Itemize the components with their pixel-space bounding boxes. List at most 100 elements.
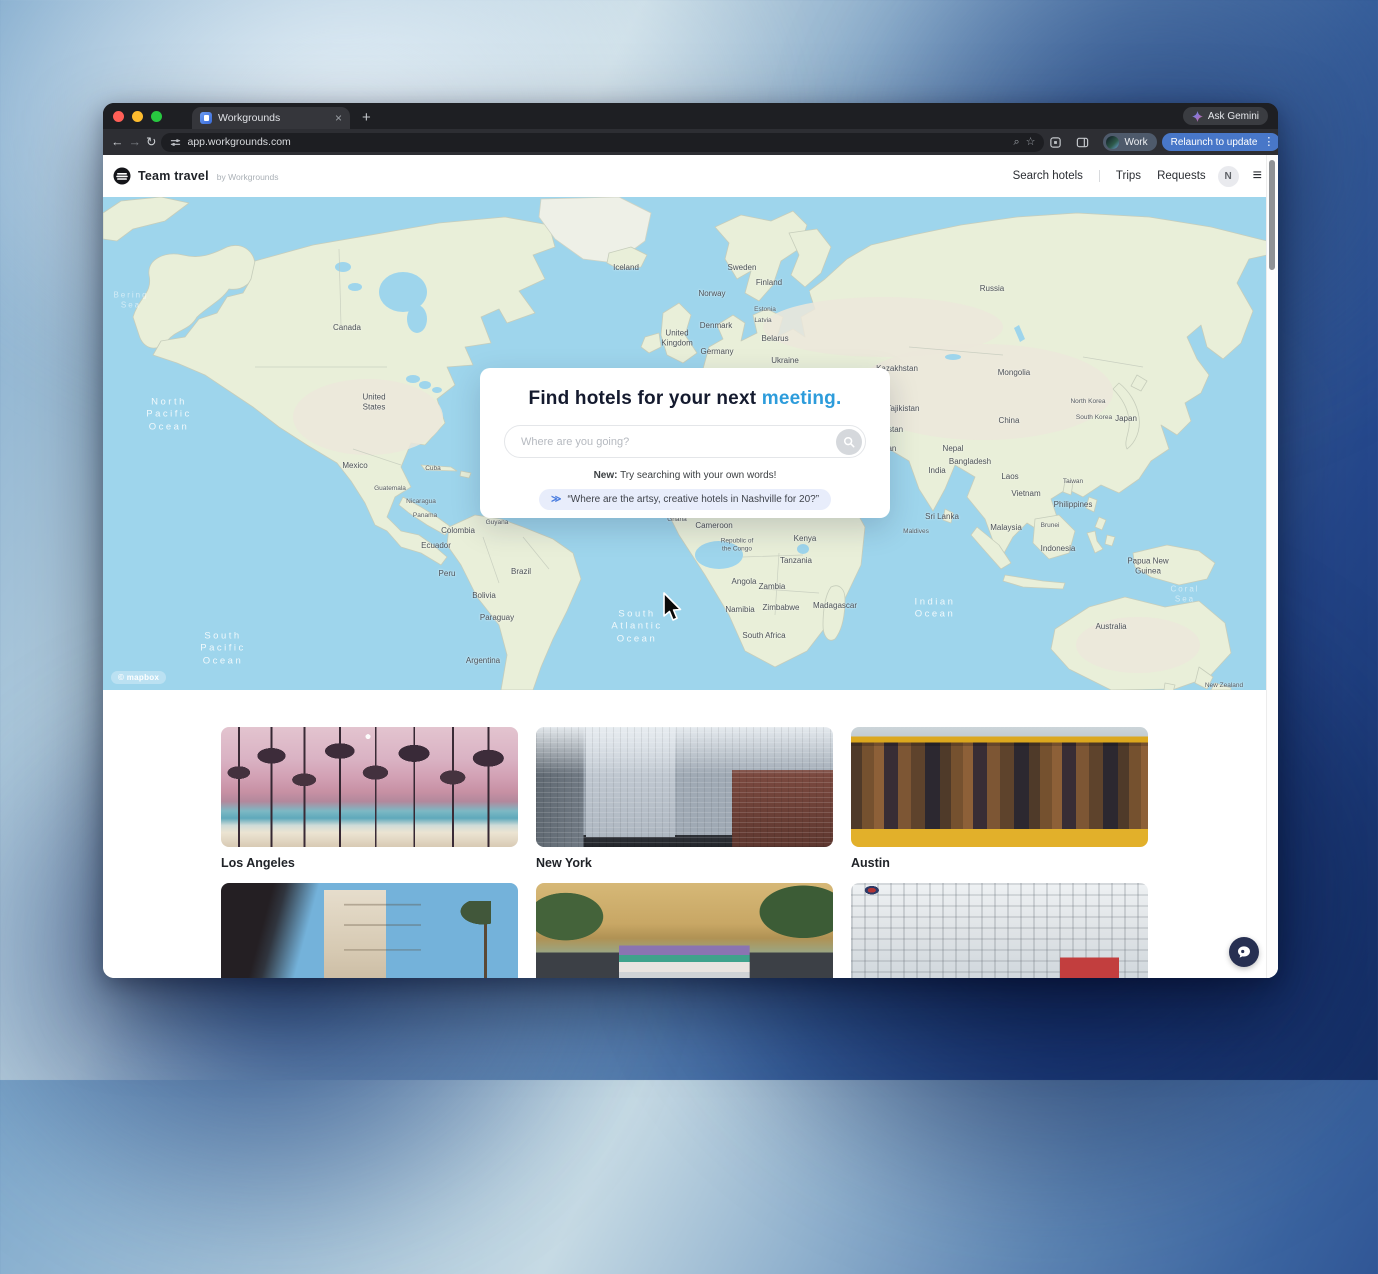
map-label: Brunei — [1041, 522, 1060, 530]
hint-text: Try searching with your own words! — [617, 470, 776, 481]
map-label: Kenya — [794, 534, 817, 544]
web-page: Team travel by Workgrounds Search hotels… — [103, 155, 1278, 978]
world-map[interactable]: Bering SeaNorth Pacific OceanSouth Pacif… — [103, 197, 1267, 690]
map-label: Estonia — [754, 306, 776, 314]
map-label: Republic of the Congo — [721, 538, 754, 555]
search-card: Find hotels for your next meeting. New: … — [480, 368, 890, 518]
reload-icon[interactable]: ↻ — [146, 136, 156, 149]
url-text: app.workgrounds.com — [187, 136, 1007, 148]
zoom-window-button[interactable] — [151, 111, 162, 122]
city-image-austin — [851, 727, 1148, 847]
chat-bubble-icon — [1236, 944, 1252, 960]
map-label: Mongolia — [998, 368, 1030, 378]
map-label: Canada — [333, 323, 361, 333]
city-card-los-angeles[interactable]: Los Angeles — [221, 727, 518, 871]
ai-suggestion-text: “Where are the artsy, creative hotels in… — [567, 494, 819, 505]
back-icon[interactable]: ← — [111, 136, 124, 149]
map-label: Angola — [732, 577, 757, 587]
scrollbar-thumb[interactable] — [1269, 160, 1275, 270]
map-label: Vietnam — [1011, 489, 1040, 499]
brand-suffix: by Workgrounds — [217, 172, 279, 182]
map-label: Bangladesh — [949, 457, 991, 467]
bookmark-star-icon[interactable]: ☆ — [1026, 137, 1036, 148]
city-card[interactable] — [851, 883, 1148, 978]
map-label: Indonesia — [1041, 544, 1076, 554]
map-label: Tanzania — [780, 556, 812, 566]
city-card-new-york[interactable]: New York — [536, 727, 833, 871]
map-label: North Korea — [1070, 398, 1105, 406]
map-label: Japan — [1115, 414, 1137, 424]
city-image-ny — [536, 727, 833, 847]
ai-sparkle-icon: ≫ — [551, 494, 561, 505]
map-label: Panama — [413, 512, 437, 520]
map-label: Tajikistan — [887, 404, 920, 414]
city-image-la — [221, 727, 518, 847]
map-label: South Korea — [1076, 414, 1112, 422]
extensions-icon[interactable] — [1049, 134, 1062, 150]
profile-avatar — [1106, 136, 1119, 149]
map-label: Namibia — [725, 605, 754, 615]
brand[interactable]: Team travel by Workgrounds — [113, 167, 279, 185]
nav-requests[interactable]: Requests — [1157, 170, 1206, 182]
relaunch-to-update-button[interactable]: Relaunch to update ⋮ — [1162, 133, 1278, 151]
city-image-london — [851, 883, 1148, 978]
page-scrollbar[interactable] — [1266, 155, 1278, 978]
map-label: Zambia — [759, 582, 786, 592]
forward-icon[interactable]: → — [129, 136, 142, 149]
browser-toolbar: ← → ↻ app.workgrounds.com ⌕ ☆ Work — [103, 129, 1278, 155]
map-label: Philippines — [1054, 500, 1093, 510]
map-label: Russia — [980, 284, 1004, 294]
map-label: Bering Sea — [113, 291, 148, 312]
map-label: Iceland — [613, 263, 639, 273]
chat-fab-button[interactable] — [1229, 937, 1259, 967]
search-card-title: Find hotels for your next meeting. — [480, 388, 890, 410]
site-header: Team travel by Workgrounds Search hotels… — [103, 155, 1278, 197]
browser-tab-workgrounds[interactable]: Workgrounds × — [192, 107, 350, 129]
map-label: Nicaragua — [406, 498, 436, 506]
tab-close-icon[interactable]: × — [335, 112, 342, 124]
map-label: Maldives — [903, 528, 929, 536]
title-prefix: Find hotels for your next — [529, 388, 762, 409]
map-label: South Atlantic Ocean — [611, 608, 662, 645]
map-label: Latvia — [754, 317, 771, 325]
map-label: Zimbabwe — [763, 603, 800, 613]
map-label: Ecuador — [421, 541, 451, 551]
header-nav: Search hotels Trips Requests — [1013, 170, 1218, 182]
map-label: Belarus — [761, 334, 788, 344]
city-card[interactable] — [536, 883, 833, 978]
map-label: Peru — [439, 569, 456, 579]
minimize-window-button[interactable] — [132, 111, 143, 122]
city-card-austin[interactable]: Austin — [851, 727, 1148, 871]
map-label: Paraguay — [480, 613, 514, 623]
search-hint: New: Try searching with your own words! — [480, 470, 890, 481]
search-input-wrap — [504, 425, 866, 458]
mapbox-attribution[interactable]: © mapbox — [111, 671, 166, 684]
map-label: Sweden — [728, 263, 757, 273]
url-bar[interactable]: app.workgrounds.com ⌕ ☆ — [161, 133, 1044, 152]
map-label: Colombia — [441, 526, 475, 536]
side-panel-icon[interactable] — [1076, 134, 1089, 150]
new-tab-button[interactable]: + — [362, 110, 371, 125]
city-card-label: Austin — [851, 856, 1148, 871]
tab-strip: Workgrounds × + Ask Gemini — [103, 103, 1278, 129]
ask-gemini-button[interactable]: Ask Gemini — [1183, 107, 1268, 125]
user-avatar[interactable]: N — [1218, 166, 1239, 187]
ai-suggestion-chip[interactable]: ≫ “Where are the artsy, creative hotels … — [539, 489, 831, 510]
relaunch-label: Relaunch to update — [1171, 137, 1258, 148]
map-label: Cuba — [425, 465, 441, 473]
close-window-button[interactable] — [113, 111, 124, 122]
nav-search-hotels[interactable]: Search hotels — [1013, 170, 1083, 182]
menu-hamburger-icon[interactable]: ≡ — [1253, 168, 1262, 184]
map-label: Mexico — [342, 461, 367, 471]
profile-chip[interactable]: Work — [1103, 133, 1156, 151]
nav-trips[interactable]: Trips — [1116, 170, 1141, 182]
browser-menu-icon[interactable]: ⋮ — [1263, 137, 1274, 148]
map-label: South Pacific Ocean — [200, 630, 245, 667]
destination-search-input[interactable] — [504, 425, 866, 458]
city-cards-section: Los AngelesNew York Austin — [103, 690, 1278, 978]
page-zoom-icon[interactable]: ⌕ — [1013, 137, 1019, 148]
search-button[interactable] — [836, 429, 862, 455]
map-label: Denmark — [700, 321, 732, 331]
city-card[interactable] — [221, 883, 518, 978]
map-label: Nepal — [943, 444, 964, 454]
